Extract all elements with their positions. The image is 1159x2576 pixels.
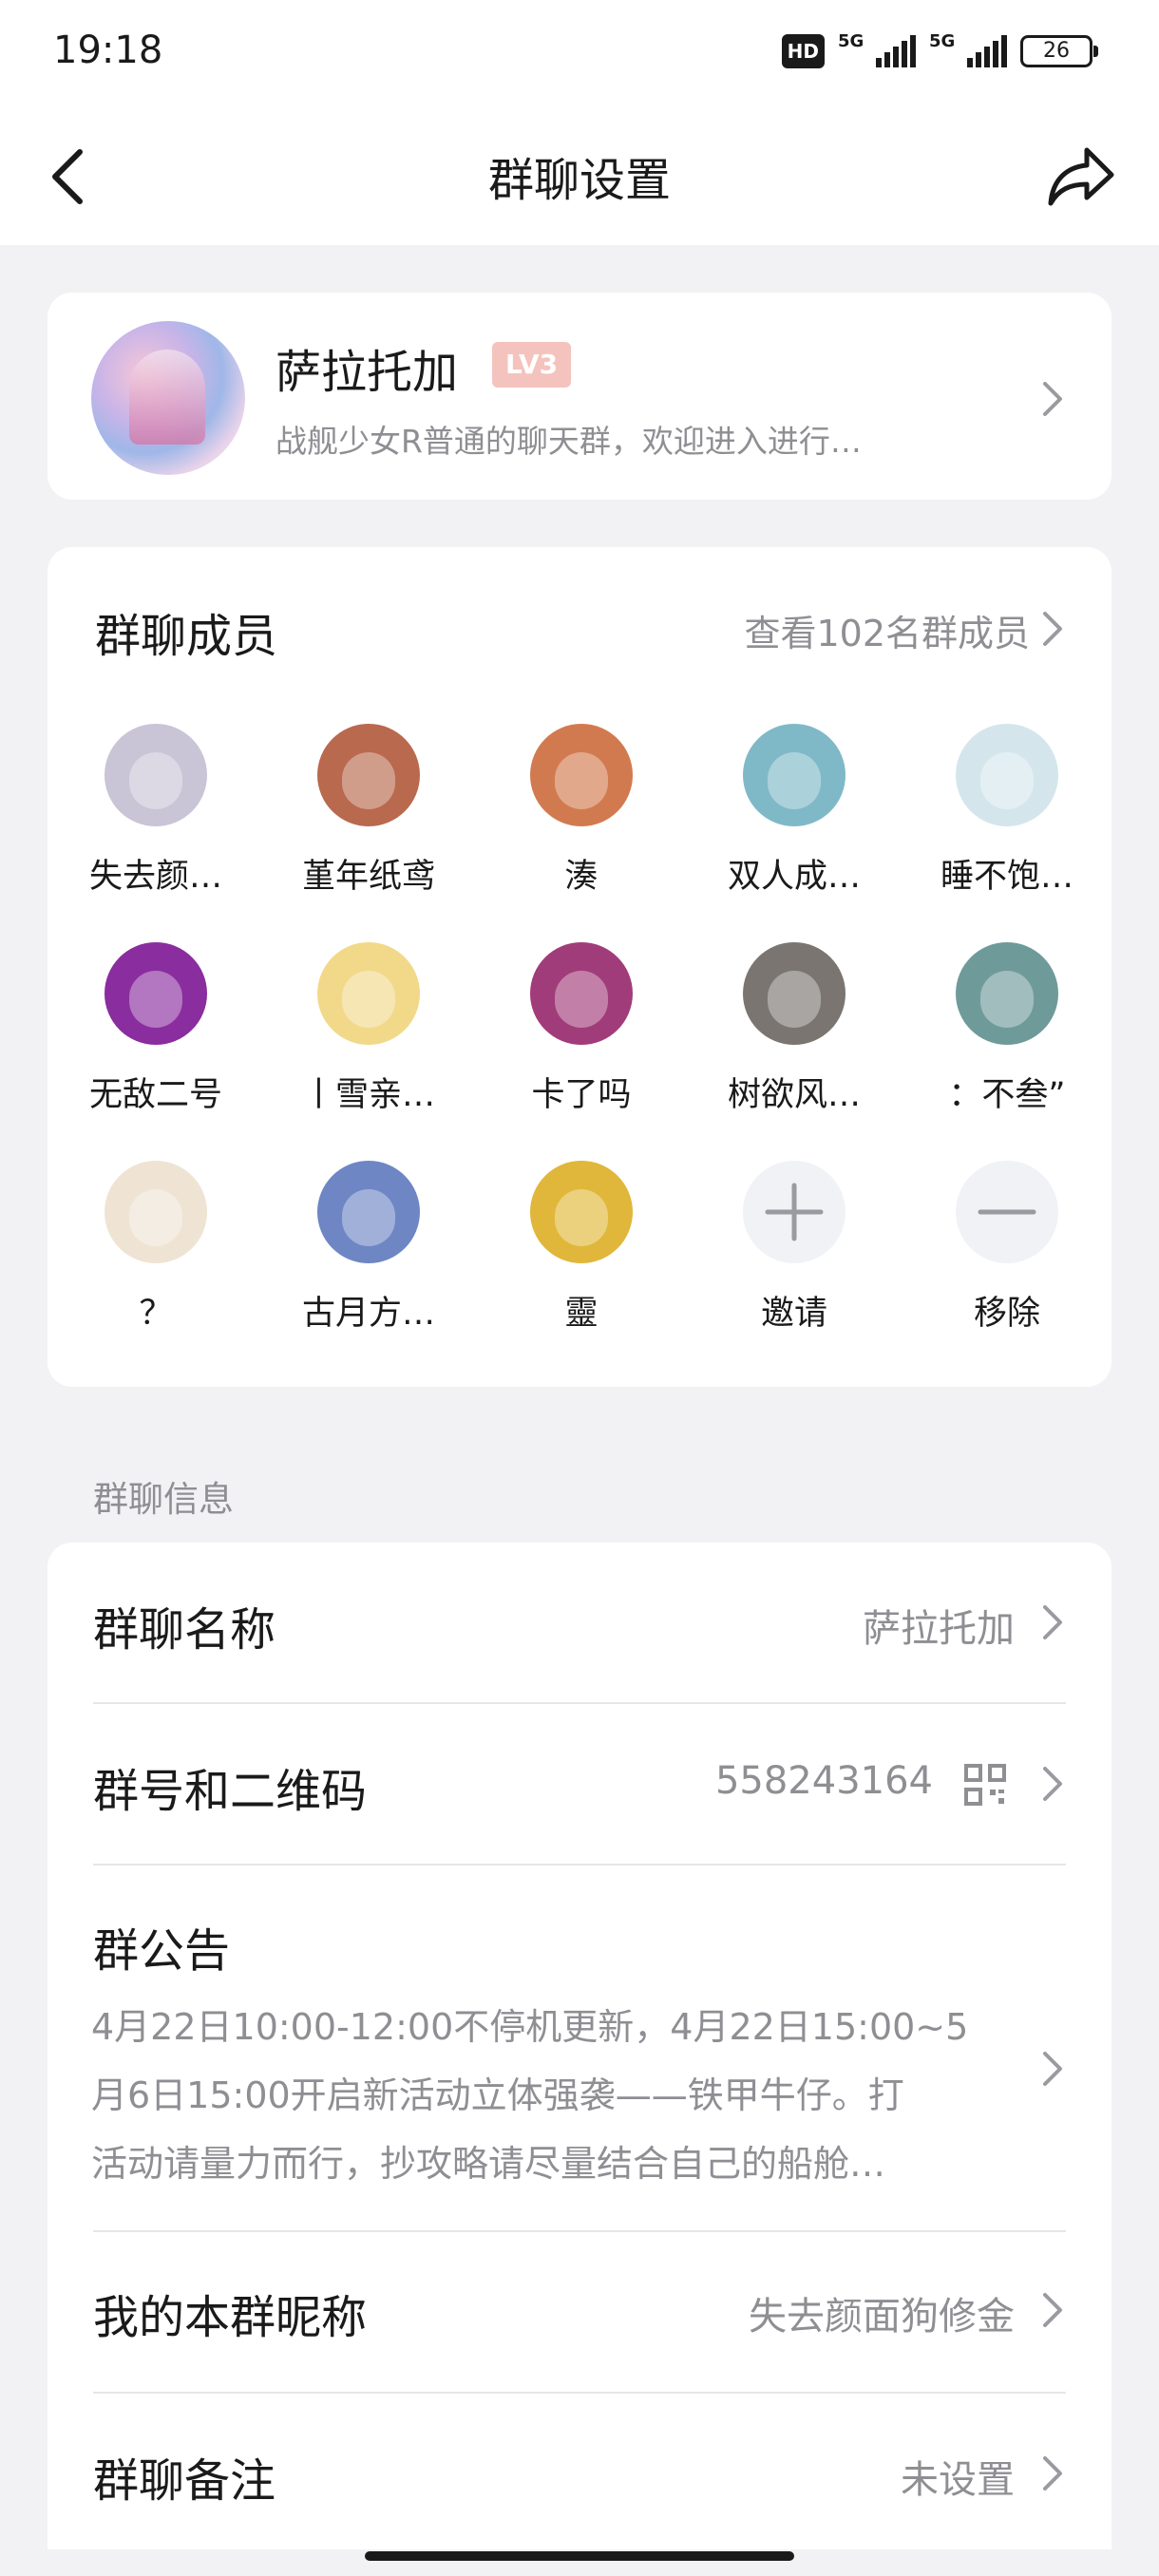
member-name: 堇年纸鸢 xyxy=(301,858,435,896)
status-bar: 19:18 HD 5G 5G 26 xyxy=(0,0,1159,104)
notice-line: 月6日15:00开启新活动立体强袭——铁甲牛仔。打 xyxy=(91,2074,904,2116)
member-item[interactable]: 湊 xyxy=(486,724,676,898)
member-name: 树欲风… xyxy=(727,1076,861,1114)
chevron-right-icon xyxy=(1043,1767,1062,1801)
nav-bar: 群聊设置 xyxy=(0,104,1159,245)
hd-badge: HD xyxy=(781,34,825,68)
chevron-right-icon[interactable] xyxy=(1039,608,1066,650)
signal-icon: 5G xyxy=(929,31,1007,67)
chevron-right-icon xyxy=(1043,382,1062,416)
status-time: 19:18 xyxy=(53,28,163,72)
signal-icon: 5G xyxy=(838,31,916,67)
member-item[interactable]: 双人成… xyxy=(699,724,889,898)
member-item[interactable]: 靈 xyxy=(486,1161,676,1335)
view-all-members-link[interactable]: 查看102名群成员 xyxy=(744,604,1030,656)
level-badge: LV3 xyxy=(492,342,572,388)
row-value: 萨拉托加 xyxy=(863,1607,1015,1651)
invite-label: 邀请 xyxy=(760,1295,827,1333)
group-description: 战舰少女R普通的聊天群，欢迎进入进行… xyxy=(276,423,862,460)
member-name: 靈 xyxy=(564,1295,598,1333)
share-icon[interactable] xyxy=(1045,141,1117,213)
remove-label: 移除 xyxy=(973,1295,1040,1333)
members-card: 群聊成员 查看102名群成员 邀请 移除 失去颜… 堇年纸鸢 湊 双人成… 睡不饱… 无敌… xyxy=(48,547,1112,1387)
member-avatar xyxy=(530,1161,633,1263)
home-indicator xyxy=(365,2551,794,2561)
notice-line: 活动请量力而行，抄攻略请尽量结合自己的船舱… xyxy=(91,2143,886,2185)
group-number-value: 558243164 xyxy=(714,1759,933,1803)
member-item[interactable]: ？ xyxy=(61,1161,251,1335)
member-avatar xyxy=(317,942,420,1045)
plus-icon xyxy=(743,1161,846,1263)
member-name: 丨雪亲… xyxy=(301,1076,435,1114)
member-avatar xyxy=(104,1161,207,1263)
member-item[interactable]: 失去颜… xyxy=(61,724,251,898)
member-item[interactable]: ：不叁” xyxy=(912,942,1102,1116)
member-item[interactable]: 丨雪亲… xyxy=(274,942,464,1116)
row-value: 未设置 xyxy=(901,2458,1015,2502)
row-title: 群聊名称 xyxy=(93,1603,276,1657)
member-name: ：不叁” xyxy=(948,1076,1066,1114)
member-name: 睡不饱… xyxy=(940,858,1074,896)
chevron-right-icon xyxy=(1043,2052,1062,2086)
group-remark-row[interactable]: 群聊备注 未设置 xyxy=(93,2394,1066,2549)
chevron-right-icon xyxy=(1043,2456,1062,2491)
member-avatar xyxy=(956,942,1058,1045)
member-item[interactable]: 堇年纸鸢 xyxy=(274,724,464,898)
member-name: 古月方… xyxy=(301,1295,435,1333)
member-item[interactable]: 卡了吗 xyxy=(486,942,676,1116)
remove-member-button[interactable]: 移除 xyxy=(912,1161,1102,1335)
member-name: ？ xyxy=(139,1295,173,1333)
member-avatar xyxy=(104,724,207,826)
status-icons: HD 5G 5G 26 xyxy=(781,31,1098,68)
member-avatar xyxy=(743,724,846,826)
member-name: 湊 xyxy=(564,858,598,896)
qr-code-icon xyxy=(964,1764,1006,1806)
section-label: 群聊信息 xyxy=(93,1479,234,1520)
group-name: 萨拉托加 xyxy=(276,346,459,399)
member-avatar xyxy=(956,724,1058,826)
notice-line: 4月22日10:00-12:00不停机更新，4月22日15:00~5 xyxy=(91,2006,969,2048)
member-avatar xyxy=(530,724,633,826)
group-avatar xyxy=(91,321,245,475)
member-name: 双人成… xyxy=(727,858,861,896)
minus-icon xyxy=(956,1161,1058,1263)
member-item[interactable]: 树欲风… xyxy=(699,942,889,1116)
member-name: 无敌二号 xyxy=(88,1076,222,1114)
chevron-right-icon xyxy=(1043,1605,1062,1639)
member-item[interactable]: 古月方… xyxy=(274,1161,464,1335)
battery-icon: 26 xyxy=(1020,35,1098,67)
row-title: 群号和二维码 xyxy=(93,1765,368,1818)
row-title: 群聊备注 xyxy=(93,2454,276,2508)
member-item[interactable]: 无敌二号 xyxy=(61,942,251,1116)
member-name: 卡了吗 xyxy=(531,1076,632,1114)
my-nickname-row[interactable]: 我的本群昵称 失去颜面狗修金 xyxy=(93,2232,1066,2394)
member-name: 失去颜… xyxy=(88,858,222,896)
group-name-row[interactable]: 群聊名称 萨拉托加 xyxy=(93,1543,1066,1704)
group-profile-card[interactable]: 萨拉托加 LV3 战舰少女R普通的聊天群，欢迎进入进行… xyxy=(48,293,1112,500)
page-title: 群聊设置 xyxy=(487,154,671,207)
row-title: 我的本群昵称 xyxy=(93,2291,368,2344)
member-avatar xyxy=(743,942,846,1045)
member-avatar xyxy=(317,724,420,826)
chevron-right-icon xyxy=(1043,2293,1062,2327)
member-avatar xyxy=(317,1161,420,1263)
invite-member-button[interactable]: 邀请 xyxy=(699,1161,889,1335)
row-value: 失去颜面狗修金 xyxy=(749,2295,1015,2339)
group-number-row[interactable]: 群号和二维码 558243164 xyxy=(93,1704,1066,1866)
members-title: 群聊成员 xyxy=(95,610,278,663)
member-avatar xyxy=(104,942,207,1045)
member-item[interactable]: 睡不饱… xyxy=(912,724,1102,898)
member-avatar xyxy=(530,942,633,1045)
row-title: 群公告 xyxy=(93,1924,231,1978)
group-notice-text: 4月22日10:00-12:00不停机更新，4月22日15:00~5 月6日15… xyxy=(91,1993,1022,2198)
